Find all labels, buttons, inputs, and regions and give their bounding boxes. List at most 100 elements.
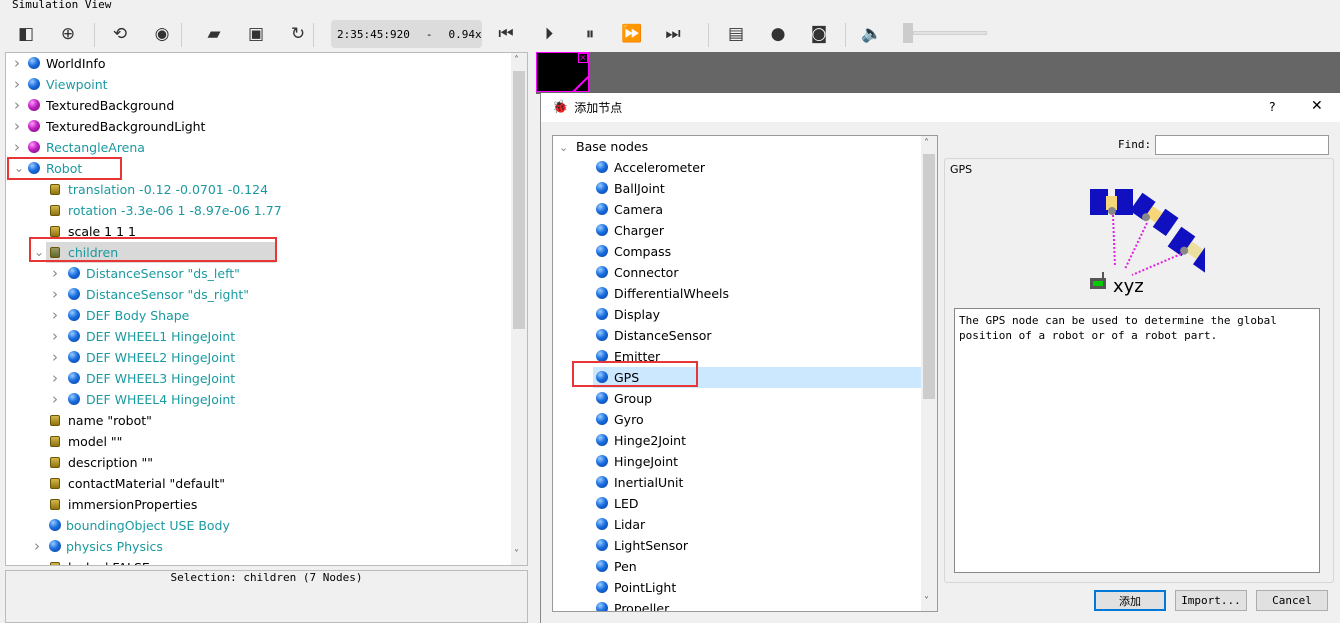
node-list-item[interactable]: Gyro xyxy=(553,409,921,430)
open-folder-icon[interactable]: ▰ xyxy=(202,22,226,46)
tree-scrollbar[interactable]: ˄ ˅ xyxy=(511,53,527,565)
tree-item[interactable]: boundingObject USE Body xyxy=(6,515,512,536)
scrollbar-thumb[interactable] xyxy=(513,71,525,329)
close-icon[interactable]: × xyxy=(578,53,588,63)
step-icon[interactable]: ⏵ xyxy=(537,22,561,46)
node-list-item[interactable]: Compass xyxy=(553,241,921,262)
cancel-button[interactable]: Cancel xyxy=(1256,590,1328,611)
mute-icon[interactable]: 🔈 xyxy=(860,22,884,46)
node-list-item[interactable]: Hinge2Joint xyxy=(553,430,921,451)
tree-item[interactable]: › TexturedBackground xyxy=(6,95,512,116)
node-list-item[interactable]: InertialUnit xyxy=(553,472,921,493)
node-list-item[interactable]: Connector xyxy=(553,262,921,283)
chevron-right-icon[interactable]: › xyxy=(14,53,20,74)
chevron-right-icon[interactable]: › xyxy=(14,116,20,137)
chevron-right-icon[interactable]: › xyxy=(52,389,58,410)
tree-item[interactable]: immersionProperties xyxy=(6,494,512,515)
scene-tree[interactable]: › WorldInfo › Viewpoint › TexturedBackground ›… xyxy=(5,52,528,566)
chevron-right-icon[interactable]: › xyxy=(52,368,58,389)
node-list-item[interactable]: Lidar xyxy=(553,514,921,535)
group-base-nodes[interactable]: ⌄ Base nodes xyxy=(553,136,921,157)
tree-item[interactable]: rotation -3.3e-06 1 -8.97e-06 1.77 xyxy=(6,200,512,221)
add-icon[interactable]: ⊕ xyxy=(56,22,80,46)
field-icon xyxy=(50,457,60,468)
node-list-item[interactable]: Propeller xyxy=(553,598,921,611)
find-input[interactable] xyxy=(1155,135,1329,155)
3d-view[interactable] xyxy=(536,52,1340,94)
chevron-right-icon[interactable]: › xyxy=(14,95,20,116)
rotate-view-icon[interactable]: ⟲ xyxy=(108,22,132,46)
fastest-icon[interactable]: ⏭ xyxy=(661,22,685,46)
tree-item[interactable]: description "" xyxy=(6,452,512,473)
tree-item[interactable]: › DEF WHEEL1 HingeJoint xyxy=(6,326,512,347)
close-button[interactable]: ✕ xyxy=(1311,98,1323,114)
tree-item[interactable]: › DistanceSensor "ds_left" xyxy=(6,263,512,284)
save-icon[interactable]: ▣ xyxy=(244,22,268,46)
import-button[interactable]: Import... xyxy=(1175,590,1247,611)
tree-item[interactable]: › TexturedBackgroundLight xyxy=(6,116,512,137)
scroll-up-icon[interactable]: ˄ xyxy=(924,138,929,149)
node-list-item[interactable]: Accelerometer xyxy=(553,157,921,178)
node-list-item[interactable]: Display xyxy=(553,304,921,325)
chevron-right-icon[interactable]: › xyxy=(14,74,20,95)
node-name: LED xyxy=(614,496,639,511)
scroll-down-icon[interactable]: ˅ xyxy=(514,549,519,560)
scroll-up-icon[interactable]: ˄ xyxy=(514,55,519,66)
scrollbar-thumb[interactable] xyxy=(923,154,935,399)
camera-icon[interactable]: ◙ xyxy=(807,22,831,46)
tree-item[interactable]: › DEF Body Shape xyxy=(6,305,512,326)
node-list-item[interactable]: BallJoint xyxy=(553,178,921,199)
toggle-panel-icon[interactable]: ◧ xyxy=(14,22,38,46)
node-list-item[interactable]: LED xyxy=(553,493,921,514)
resize-handle[interactable] xyxy=(572,75,588,91)
tree-item[interactable]: name "robot" xyxy=(6,410,512,431)
volume-slider-handle[interactable] xyxy=(903,23,913,43)
tree-item[interactable]: › DEF WHEEL4 HingeJoint xyxy=(6,389,512,410)
scroll-down-icon[interactable]: ˅ xyxy=(924,596,929,607)
fast-forward-icon[interactable]: ⏩ xyxy=(620,22,644,46)
chevron-right-icon[interactable]: › xyxy=(52,305,58,326)
tree-item[interactable]: model "" xyxy=(6,431,512,452)
node-list-item[interactable]: Charger xyxy=(553,220,921,241)
chevron-right-icon[interactable]: › xyxy=(52,263,58,284)
tree-item[interactable]: › Viewpoint xyxy=(6,74,512,95)
help-button[interactable]: ? xyxy=(1269,99,1276,114)
node-list-item[interactable]: DistanceSensor xyxy=(553,325,921,346)
node-list-item[interactable]: Pen xyxy=(553,556,921,577)
chevron-down-icon[interactable]: ⌄ xyxy=(559,137,568,158)
tree-item[interactable]: › RectangleArena xyxy=(6,137,512,158)
add-button[interactable]: 添加 xyxy=(1094,590,1166,611)
node-list-item[interactable]: Camera xyxy=(553,199,921,220)
movie-icon[interactable]: ▤ xyxy=(724,22,748,46)
reload-icon[interactable]: ↻ xyxy=(286,22,310,46)
node-icon xyxy=(596,161,608,173)
tree-item[interactable]: › DEF WHEEL3 HingeJoint xyxy=(6,368,512,389)
dialog-title: 添加节点 xyxy=(574,101,623,115)
node-list-item[interactable]: DifferentialWheels xyxy=(553,283,921,304)
tree-item[interactable]: › DistanceSensor "ds_right" xyxy=(6,284,512,305)
eye-icon[interactable]: ◉ xyxy=(150,22,174,46)
chevron-right-icon[interactable]: › xyxy=(34,536,40,557)
tree-item[interactable]: › physics Physics xyxy=(6,536,512,557)
node-list-item[interactable]: HingeJoint xyxy=(553,451,921,472)
node-list-scrollbar[interactable]: ˄ ˅ xyxy=(921,136,937,611)
tree-item[interactable]: contactMaterial "default" xyxy=(6,473,512,494)
node-list-item[interactable]: LightSensor xyxy=(553,535,921,556)
tree-item[interactable]: locked FALSE xyxy=(6,557,512,565)
pause-icon[interactable]: ⏸ xyxy=(578,22,602,46)
volume-slider[interactable] xyxy=(913,31,987,35)
node-list-item[interactable]: PointLight xyxy=(553,577,921,598)
tree-item[interactable]: › DEF WHEEL2 HingeJoint xyxy=(6,347,512,368)
step-back-icon[interactable]: ⏮ xyxy=(494,22,518,46)
chevron-right-icon[interactable]: › xyxy=(52,347,58,368)
mini-viewport: × xyxy=(536,52,589,92)
satellite-icon xyxy=(1167,226,1205,274)
node-icon xyxy=(28,78,40,90)
tree-item[interactable]: › WorldInfo xyxy=(6,53,512,74)
chevron-right-icon[interactable]: › xyxy=(52,326,58,347)
tree-item[interactable]: translation -0.12 -0.0701 -0.124 xyxy=(6,179,512,200)
node-list-item[interactable]: Group xyxy=(553,388,921,409)
chevron-right-icon[interactable]: › xyxy=(14,137,20,158)
chevron-right-icon[interactable]: › xyxy=(52,284,58,305)
record-icon[interactable]: ● xyxy=(766,22,790,46)
